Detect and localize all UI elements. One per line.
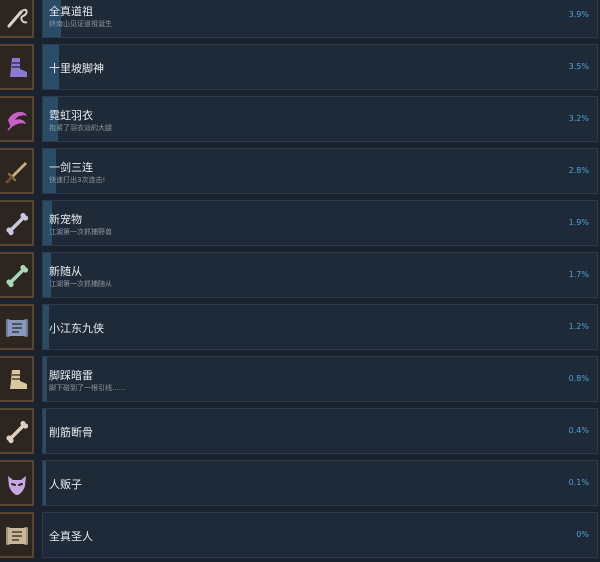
achievement-list: 全真道祖终南山见证道祖诞生 3.9% 十里坡脚神 3.5% 霓虹羽衣抱紧了羽衣派的大腿 3… [0, 0, 600, 562]
achievement-card: 人贩子 0.1% [42, 460, 598, 506]
unlock-rate-bar [43, 409, 46, 453]
achievement-card: 十里坡脚神 3.5% [42, 44, 598, 90]
achievement-description: 江湖第一次抓捕随从 [49, 280, 112, 288]
boot-icon [3, 366, 31, 394]
achievement-row: 全真道祖终南山见证道祖诞生 3.9% [0, 0, 600, 42]
achievement-card: 新随从江湖第一次抓捕随从 1.7% [42, 252, 598, 298]
unlock-percentage: 1.2% [568, 322, 589, 331]
unlock-rate-bar [43, 357, 47, 401]
achievement-row: 新随从江湖第一次抓捕随从 1.7% [0, 250, 600, 302]
scroll-icon [3, 522, 31, 550]
unlock-rate-bar [43, 461, 46, 505]
achievement-title: 全真道祖 [49, 5, 93, 18]
achievement-card: 全真圣人 0% [42, 512, 598, 558]
achievement-icon-frame [0, 512, 34, 558]
achievement-title: 新随从 [49, 265, 82, 278]
achievement-card: 削筋断骨 0.4% [42, 408, 598, 454]
unlock-percentage: 0.8% [568, 374, 589, 383]
achievement-icon-frame [0, 460, 34, 506]
achievement-card: 霓虹羽衣抱紧了羽衣派的大腿 3.2% [42, 96, 598, 142]
achievement-row: 脚踩暗雷脚下碰到了一根引线...... 0.8% [0, 354, 600, 406]
achievement-row: 削筋断骨 0.4% [0, 406, 600, 458]
achievement-card: 全真道祖终南山见证道祖诞生 3.9% [42, 0, 598, 38]
achievement-row: 一剑三连快速打出3次连击! 2.8% [0, 146, 600, 198]
achievement-icon-frame [0, 44, 34, 90]
unlock-percentage: 0.1% [568, 478, 589, 487]
achievement-row: 霓虹羽衣抱紧了羽衣派的大腿 3.2% [0, 94, 600, 146]
unlock-percentage: 2.8% [568, 166, 589, 175]
bone-icon [3, 262, 31, 290]
achievement-title: 一剑三连 [49, 161, 93, 174]
achievement-title: 小江东九侠 [49, 322, 104, 335]
unlock-percentage: 3.9% [568, 10, 589, 19]
achievement-card: 新宠物江湖第一次抓捕野兽 1.9% [42, 200, 598, 246]
achievement-card: 小江东九侠 1.2% [42, 304, 598, 350]
achievement-icon-frame [0, 200, 34, 246]
whip-icon [3, 2, 31, 30]
achievement-row: 全真圣人 0% [0, 510, 600, 562]
achievement-description: 快速打出3次连击! [49, 176, 106, 184]
achievement-row: 人贩子 0.1% [0, 458, 600, 510]
achievement-title: 脚踩暗雷 [49, 369, 93, 382]
achievement-description: 抱紧了羽衣派的大腿 [49, 124, 112, 132]
bone-icon [3, 418, 31, 446]
boot-icon [3, 54, 31, 82]
achievement-icon-frame [0, 0, 34, 38]
bone-icon [3, 210, 31, 238]
achievement-title: 新宠物 [49, 213, 82, 226]
achievement-title: 霓虹羽衣 [49, 109, 93, 122]
achievement-description: 江湖第一次抓捕野兽 [49, 228, 112, 236]
achievement-title: 削筋断骨 [49, 426, 93, 439]
achievement-description: 终南山见证道祖诞生 [49, 20, 112, 28]
achievement-row: 小江东九侠 1.2% [0, 302, 600, 354]
unlock-percentage: 1.9% [568, 218, 589, 227]
achievement-row: 十里坡脚神 3.5% [0, 42, 600, 94]
achievement-icon-frame [0, 408, 34, 454]
achievement-icon-frame [0, 252, 34, 298]
unlock-percentage: 0.4% [568, 426, 589, 435]
scroll-icon [3, 314, 31, 342]
sword-icon [3, 158, 31, 186]
achievement-icon-frame [0, 356, 34, 402]
achievement-title: 人贩子 [49, 478, 82, 491]
mask-icon [3, 470, 31, 498]
achievement-title: 十里坡脚神 [49, 62, 104, 75]
achievement-title: 全真圣人 [49, 530, 93, 543]
unlock-percentage: 3.5% [568, 62, 589, 71]
unlock-percentage: 1.7% [568, 270, 589, 279]
achievement-card: 脚踩暗雷脚下碰到了一根引线...... 0.8% [42, 356, 598, 402]
unlock-percentage: 0% [576, 530, 589, 539]
unlock-percentage: 3.2% [568, 114, 589, 123]
achievement-description: 脚下碰到了一根引线...... [49, 384, 126, 392]
achievement-card: 一剑三连快速打出3次连击! 2.8% [42, 148, 598, 194]
achievement-icon-frame [0, 148, 34, 194]
achievement-icon-frame [0, 304, 34, 350]
feather-icon [3, 106, 31, 134]
achievement-row: 新宠物江湖第一次抓捕野兽 1.9% [0, 198, 600, 250]
achievement-icon-frame [0, 96, 34, 142]
